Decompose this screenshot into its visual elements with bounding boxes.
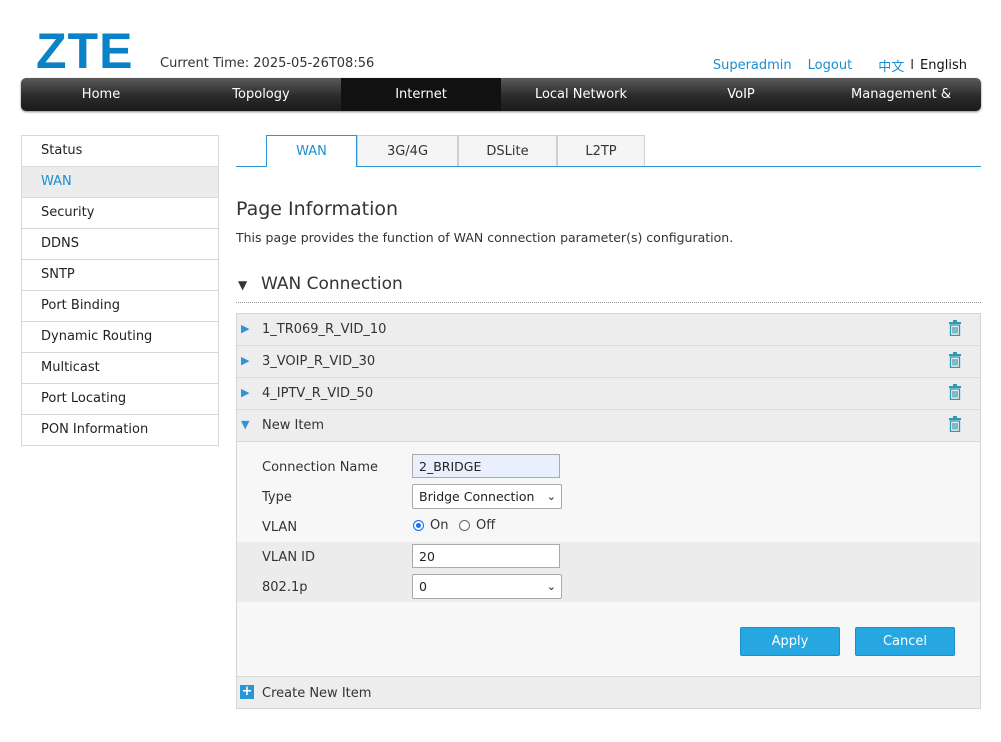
sidebar-item-port-locating[interactable]: Port Locating: [22, 384, 218, 415]
sidebar: Status WAN Security DDNS SNTP Port Bindi…: [21, 135, 219, 446]
page-description: This page provides the function of WAN c…: [236, 230, 734, 245]
type-select-value: Bridge Connection: [419, 489, 535, 504]
trash-icon[interactable]: [948, 320, 962, 336]
connection-row[interactable]: ▶ 4_IPTV_R_VID_50: [237, 378, 980, 410]
logout-link[interactable]: Logout: [808, 58, 853, 73]
zte-logo: ZTE: [36, 23, 134, 79]
current-time: Current Time: 2025-05-26T08:56: [160, 56, 375, 71]
tab-wan[interactable]: WAN: [266, 135, 357, 167]
trash-icon[interactable]: [948, 384, 962, 400]
type-label: Type: [262, 490, 292, 505]
top-links: Superadmin Logout 中文 I English: [697, 56, 967, 75]
nav-topology[interactable]: Topology: [181, 78, 341, 111]
form-row-vlan: VLAN On Off: [237, 512, 980, 542]
vlan-off-label: Off: [476, 518, 496, 533]
tab-bar: WAN 3G/4G DSLite L2TP: [236, 135, 981, 167]
cancel-button[interactable]: Cancel: [855, 627, 955, 656]
connection-row[interactable]: ▶ 3_VOIP_R_VID_30: [237, 346, 980, 378]
sidebar-item-pon-information[interactable]: PON Information: [22, 415, 218, 445]
sidebar-item-security[interactable]: Security: [22, 198, 218, 229]
connection-name: New Item: [262, 418, 325, 433]
connection-row-expanded[interactable]: ▼ New Item: [237, 410, 980, 442]
trash-icon[interactable]: [948, 352, 962, 368]
connection-row[interactable]: ▶ 1_TR069_R_VID_10: [237, 314, 980, 346]
collapse-arrow-icon: ▼: [241, 418, 250, 431]
sidebar-item-sntp[interactable]: SNTP: [22, 260, 218, 291]
chinese-language-link[interactable]: 中文: [878, 56, 904, 75]
form-row-type: Type Bridge Connection ⌄: [237, 482, 980, 512]
connection-name: 1_TR069_R_VID_10: [262, 322, 387, 337]
expand-arrow-icon: ▶: [241, 354, 250, 367]
radio-unchecked-icon: [459, 520, 470, 531]
trash-icon[interactable]: [948, 416, 962, 432]
vlan-id-label: VLAN ID: [262, 550, 316, 565]
expand-arrow-icon: ▶: [241, 386, 250, 399]
chevron-down-icon: ⌄: [546, 580, 556, 593]
sidebar-item-wan[interactable]: WAN: [22, 167, 218, 198]
superadmin-link[interactable]: Superadmin: [713, 58, 792, 73]
collapse-arrow-icon: ▼: [238, 278, 248, 292]
sidebar-item-status[interactable]: Status: [22, 136, 218, 167]
wan-connection-section-header[interactable]: ▼ WAN Connection: [236, 274, 981, 303]
vlan-id-input[interactable]: 20: [412, 544, 560, 568]
create-new-item-row[interactable]: + Create New Item: [237, 676, 980, 708]
sidebar-item-ddns[interactable]: DDNS: [22, 229, 218, 260]
form-row-vlan-id: VLAN ID 20: [237, 542, 980, 572]
8021p-select-value: 0: [419, 579, 427, 594]
nav-home[interactable]: Home: [21, 78, 181, 111]
page-title: Page Information: [236, 198, 399, 220]
apply-button[interactable]: Apply: [740, 627, 840, 656]
tab-dslite[interactable]: DSLite: [458, 135, 557, 166]
8021p-select[interactable]: 0 ⌄: [412, 574, 562, 599]
connection-name-label: Connection Name: [262, 460, 379, 475]
expand-arrow-icon: ▶: [241, 322, 250, 335]
form-row-connection-name: Connection Name 2_BRIDGE: [237, 452, 980, 482]
vlan-off-radio[interactable]: Off: [459, 518, 495, 533]
tab-3g-4g[interactable]: 3G/4G: [357, 135, 458, 166]
plus-icon: +: [240, 684, 254, 699]
section-title: WAN Connection: [261, 274, 403, 294]
vlan-on-radio[interactable]: On: [413, 518, 448, 533]
vlan-on-label: On: [430, 518, 449, 533]
language-separator: I: [910, 58, 915, 73]
form-row-8021p: 802.1p 0 ⌄: [237, 572, 980, 602]
connection-name-input[interactable]: 2_BRIDGE: [412, 454, 560, 478]
english-language-link[interactable]: English: [920, 58, 967, 73]
nav-local-network[interactable]: Local Network: [501, 78, 661, 111]
tab-l2tp[interactable]: L2TP: [557, 135, 645, 166]
sidebar-item-dynamic-routing[interactable]: Dynamic Routing: [22, 322, 218, 353]
sidebar-item-multicast[interactable]: Multicast: [22, 353, 218, 384]
8021p-label: 802.1p: [262, 580, 308, 595]
nav-internet[interactable]: Internet: [341, 78, 501, 111]
vlan-label: VLAN: [262, 520, 298, 535]
type-select[interactable]: Bridge Connection ⌄: [412, 484, 562, 509]
connection-form: Connection Name 2_BRIDGE Type Bridge Con…: [237, 442, 980, 676]
wan-connection-list: ▶ 1_TR069_R_VID_10 ▶ 3_VOIP_R_VID_30 ▶ 4…: [236, 313, 981, 709]
nav-management-diagnosis[interactable]: Management & Diagnosis: [821, 78, 981, 111]
connection-name: 4_IPTV_R_VID_50: [262, 386, 374, 401]
nav-voip[interactable]: VoIP: [661, 78, 821, 111]
connection-name: 3_VOIP_R_VID_30: [262, 354, 376, 369]
main-nav: Home Topology Internet Local Network VoI…: [21, 78, 981, 111]
radio-checked-icon: [413, 520, 424, 531]
chevron-down-icon: ⌄: [546, 490, 556, 503]
create-new-item-label: Create New Item: [262, 686, 372, 701]
sidebar-item-port-binding[interactable]: Port Binding: [22, 291, 218, 322]
